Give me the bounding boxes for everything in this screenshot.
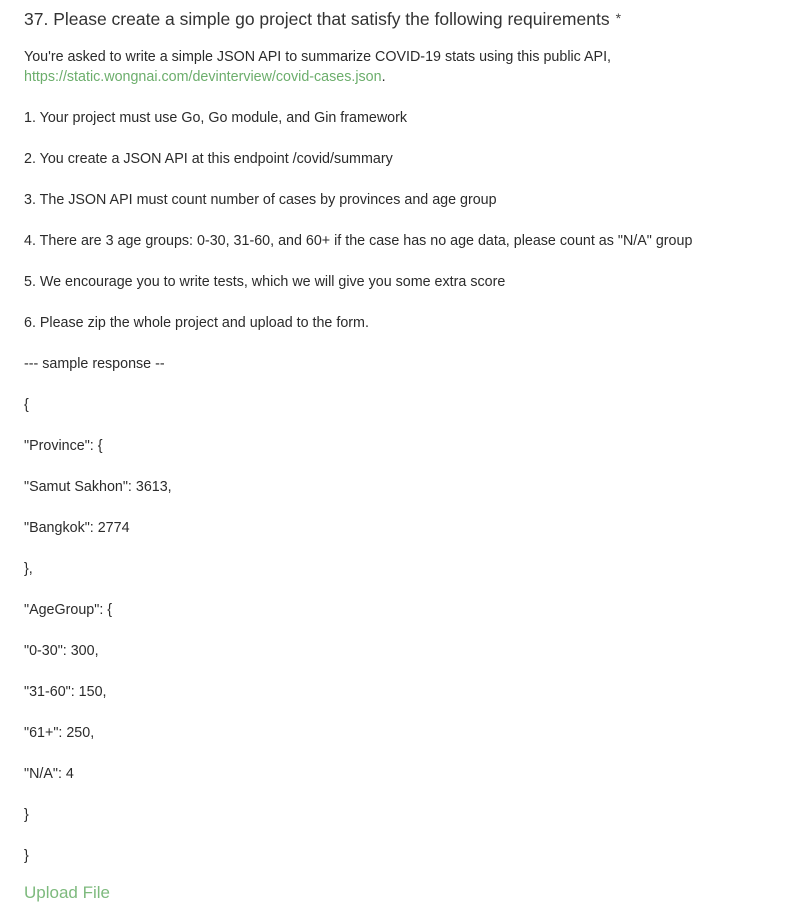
sample-response-line: "AgeGroup": { <box>24 602 113 618</box>
sample-response-heading: --- sample response -- <box>24 356 165 372</box>
requirement-line: 2. You create a JSON API at this endpoin… <box>24 151 393 167</box>
sample-response-line: { <box>24 397 29 413</box>
sample-response-line: } <box>24 848 29 864</box>
requirement-line: 4. There are 3 age groups: 0-30, 31-60, … <box>24 233 693 249</box>
question-title: 37. Please create a simple go project th… <box>24 9 621 30</box>
question-title-text: 37. Please create a simple go project th… <box>24 9 610 29</box>
sample-response-line: } <box>24 807 29 823</box>
sample-response-line: "N/A": 4 <box>24 766 74 782</box>
question-intro: You're asked to write a simple JSON API … <box>24 47 611 87</box>
requirement-line: 5. We encourage you to write tests, whic… <box>24 274 506 290</box>
sample-response-line: }, <box>24 561 33 577</box>
sample-response-line: "Province": { <box>24 438 103 454</box>
api-link[interactable]: https://static.wongnai.com/devinterview/… <box>24 69 382 85</box>
intro-text: You're asked to write a simple JSON API … <box>24 49 612 65</box>
intro-link-suffix: . <box>381 69 386 85</box>
requirement-line: 3. The JSON API must count number of cas… <box>24 192 497 208</box>
sample-response-line: "Bangkok": 2774 <box>24 520 130 536</box>
sample-response-line: "0-30": 300, <box>24 643 99 659</box>
sample-response-line: "61+": 250, <box>24 725 95 741</box>
requirement-line: 1. Your project must use Go, Go module, … <box>24 110 408 126</box>
sample-response-line: "Samut Sakhon": 3613, <box>24 479 172 495</box>
upload-file-button[interactable]: Upload File <box>24 883 110 903</box>
sample-response-line: "31-60": 150, <box>24 684 107 700</box>
requirement-line: 6. Please zip the whole project and uplo… <box>24 315 369 331</box>
required-marker: * <box>615 10 622 26</box>
